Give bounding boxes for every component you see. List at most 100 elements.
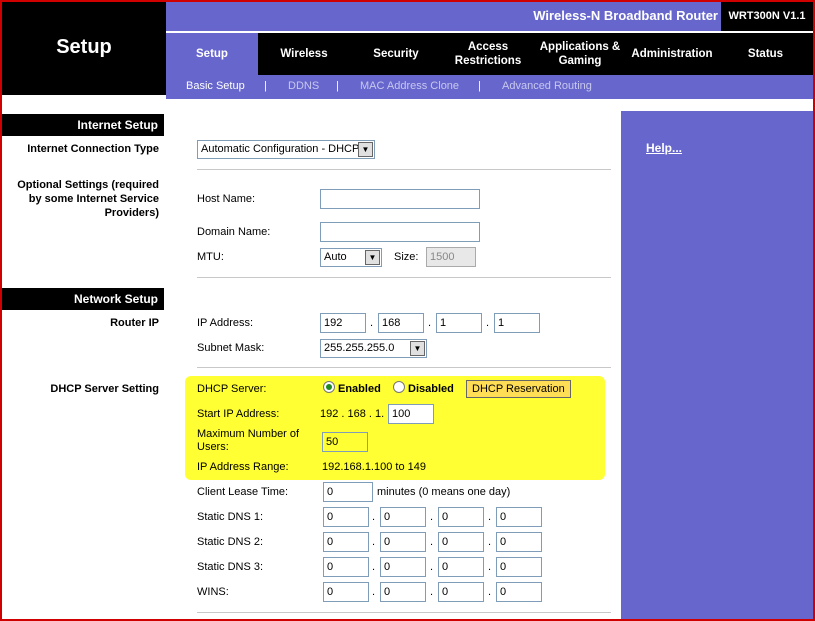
subtab-basic-setup[interactable]: Basic Setup bbox=[186, 80, 245, 92]
wins-octet-2[interactable] bbox=[380, 582, 426, 602]
dhcp-disabled-radio[interactable] bbox=[393, 381, 405, 393]
mtu-value: Auto bbox=[324, 251, 347, 263]
divider bbox=[197, 277, 611, 278]
dot-separator: . bbox=[430, 511, 434, 523]
subtab-separator: | bbox=[478, 80, 481, 92]
connection-type-select[interactable]: Automatic Configuration - DHCP ▼ bbox=[197, 140, 375, 159]
dns1-label: Static DNS 1: bbox=[197, 511, 264, 523]
dns3-octet-4[interactable] bbox=[496, 557, 542, 577]
domain-name-input[interactable] bbox=[320, 222, 480, 242]
dot-separator: . bbox=[372, 511, 376, 523]
subtab-mac-address-clone[interactable]: MAC Address Clone bbox=[360, 80, 459, 92]
dot-separator: . bbox=[372, 586, 376, 598]
dhcp-enabled-radio[interactable] bbox=[323, 381, 335, 393]
dot-separator: . bbox=[428, 317, 432, 329]
dot-separator: . bbox=[372, 561, 376, 573]
wins-octet-3[interactable] bbox=[438, 582, 484, 602]
dhcp-disabled-label: Disabled bbox=[408, 383, 454, 395]
page-title: Setup bbox=[56, 36, 112, 58]
ip-range-label: IP Address Range: bbox=[197, 461, 289, 473]
dns2-octet-4[interactable] bbox=[496, 532, 542, 552]
wins-label: WINS: bbox=[197, 586, 229, 598]
dot-separator: . bbox=[430, 536, 434, 548]
mtu-select[interactable]: Auto ▼ bbox=[320, 248, 382, 267]
dns3-octet-2[interactable] bbox=[380, 557, 426, 577]
subtab-ddns[interactable]: DDNS bbox=[288, 80, 319, 92]
dns2-octet-3[interactable] bbox=[438, 532, 484, 552]
tab-security[interactable]: Security bbox=[350, 33, 442, 75]
start-ip-label: Start IP Address: bbox=[197, 408, 280, 420]
dhcp-server-label: DHCP Server: bbox=[197, 383, 267, 395]
wins-octet-4[interactable] bbox=[496, 582, 542, 602]
ip-address-label: IP Address: bbox=[197, 317, 254, 329]
chevron-down-icon: ▼ bbox=[358, 142, 373, 157]
dns3-label: Static DNS 3: bbox=[197, 561, 264, 573]
dns2-label: Static DNS 2: bbox=[197, 536, 264, 548]
dot-separator: . bbox=[486, 317, 490, 329]
start-ip-input[interactable] bbox=[388, 404, 434, 424]
product-name: Wireless-N Broadband Router bbox=[533, 8, 718, 23]
size-label: Size: bbox=[394, 251, 419, 263]
chevron-down-icon: ▼ bbox=[410, 341, 425, 356]
tab-applications-gaming[interactable]: Applications & Gaming bbox=[534, 33, 626, 75]
subtab-separator: | bbox=[336, 80, 339, 92]
dns3-octet-3[interactable] bbox=[438, 557, 484, 577]
subnet-mask-label: Subnet Mask: bbox=[197, 342, 265, 354]
connection-type-value: Automatic Configuration - DHCP bbox=[201, 143, 360, 155]
sub-tabs: Basic Setup | DDNS | MAC Address Clone |… bbox=[166, 75, 813, 99]
lease-time-label: Client Lease Time: bbox=[197, 486, 289, 498]
dns1-octet-1[interactable] bbox=[323, 507, 369, 527]
divider bbox=[197, 612, 611, 613]
dns1-octet-4[interactable] bbox=[496, 507, 542, 527]
dot-separator: . bbox=[372, 536, 376, 548]
dot-separator: . bbox=[430, 561, 434, 573]
host-name-input[interactable] bbox=[320, 189, 480, 209]
label-internet-connection-type: Internet Connection Type bbox=[27, 143, 159, 155]
router-ip-octet-4[interactable] bbox=[494, 313, 540, 333]
lease-time-input[interactable] bbox=[323, 482, 373, 502]
dot-separator: . bbox=[488, 511, 492, 523]
subtab-advanced-routing[interactable]: Advanced Routing bbox=[502, 80, 592, 92]
dot-separator: . bbox=[488, 586, 492, 598]
dns2-octet-2[interactable] bbox=[380, 532, 426, 552]
router-ip-octet-2[interactable] bbox=[378, 313, 424, 333]
tab-status[interactable]: Status bbox=[718, 33, 813, 75]
divider bbox=[197, 367, 611, 368]
subnet-mask-select[interactable]: 255.255.255.0 ▼ bbox=[320, 339, 427, 358]
ip-range-value: 192.168.1.100 to 149 bbox=[322, 461, 426, 473]
label-dhcp-server-setting: DHCP Server Setting bbox=[50, 383, 159, 395]
host-name-label: Host Name: bbox=[197, 193, 256, 205]
max-users-label: Maximum Number of Users: bbox=[197, 428, 300, 453]
dns3-octet-1[interactable] bbox=[323, 557, 369, 577]
tab-wireless[interactable]: Wireless bbox=[258, 33, 350, 75]
router-ip-octet-1[interactable] bbox=[320, 313, 366, 333]
tab-setup[interactable]: Setup bbox=[166, 33, 258, 75]
help-panel: Help... bbox=[621, 111, 813, 621]
section-network-setup: Network Setup bbox=[2, 288, 164, 310]
help-link[interactable]: Help... bbox=[646, 141, 682, 155]
mtu-size-input bbox=[426, 247, 476, 267]
dns2-octet-1[interactable] bbox=[323, 532, 369, 552]
dhcp-reservation-button[interactable]: DHCP Reservation bbox=[466, 380, 571, 398]
router-ip-octet-3[interactable] bbox=[436, 313, 482, 333]
chevron-down-icon: ▼ bbox=[365, 250, 380, 265]
dot-separator: . bbox=[488, 536, 492, 548]
tab-administration[interactable]: Administration bbox=[626, 33, 718, 75]
product-bar: Wireless-N Broadband Router WRT300N V1.1 bbox=[166, 2, 813, 31]
lease-time-unit: minutes (0 means one day) bbox=[377, 486, 511, 498]
subtab-separator: | bbox=[264, 80, 267, 92]
max-users-input[interactable] bbox=[322, 432, 368, 452]
label-optional-settings: Optional Settings (required by some Inte… bbox=[17, 179, 159, 219]
dot-separator: . bbox=[430, 586, 434, 598]
divider bbox=[197, 169, 611, 170]
tab-access-restrictions[interactable]: Access Restrictions bbox=[442, 33, 534, 75]
dot-separator: . bbox=[370, 317, 374, 329]
dot-separator: . bbox=[488, 561, 492, 573]
logo-area: Setup bbox=[2, 2, 166, 95]
wins-octet-1[interactable] bbox=[323, 582, 369, 602]
start-ip-prefix: 192 . 168 . 1. bbox=[320, 408, 385, 420]
dns1-octet-2[interactable] bbox=[380, 507, 426, 527]
dns1-octet-3[interactable] bbox=[438, 507, 484, 527]
section-internet-setup: Internet Setup bbox=[2, 114, 164, 136]
domain-name-label: Domain Name: bbox=[197, 226, 271, 238]
